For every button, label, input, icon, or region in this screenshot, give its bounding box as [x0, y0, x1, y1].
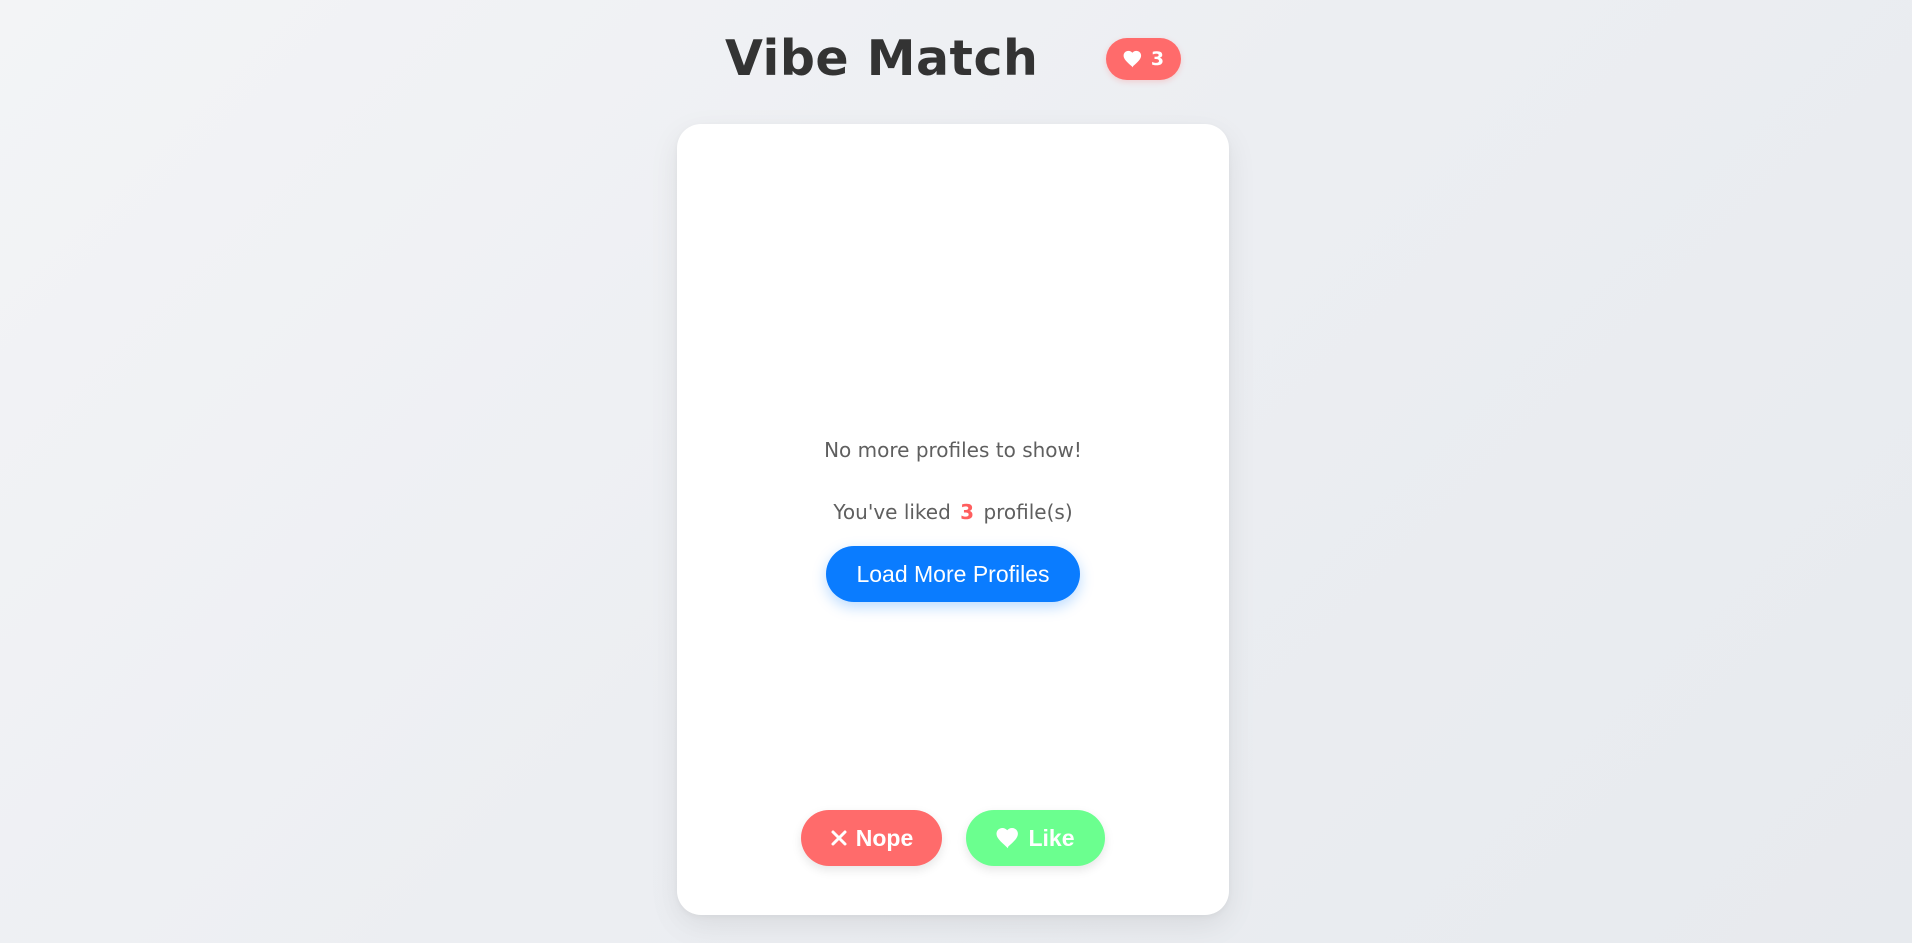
- heart-icon: [996, 828, 1019, 849]
- empty-state: No more profiles to show! You've liked 3…: [677, 434, 1229, 528]
- liked-count: 3: [960, 500, 975, 524]
- app-header: Vibe Match 3: [0, 0, 1912, 118]
- like-label: Like: [1028, 824, 1075, 851]
- empty-message: No more profiles to show!: [824, 438, 1082, 462]
- liked-summary: You've liked 3 profile(s): [677, 496, 1229, 528]
- close-icon: [831, 830, 847, 846]
- likes-badge[interactable]: 3: [1106, 38, 1181, 80]
- heart-icon: [1123, 50, 1141, 68]
- liked-prefix: You've liked: [833, 500, 951, 524]
- profile-card: No more profiles to show! You've liked 3…: [677, 124, 1229, 915]
- nope-label: Nope: [855, 824, 914, 851]
- likes-count: 3: [1150, 48, 1165, 70]
- app-title: Vibe Match: [725, 30, 1039, 87]
- load-more-profiles-button[interactable]: Load More Profiles: [826, 546, 1080, 602]
- nope-button[interactable]: Nope: [801, 810, 942, 866]
- liked-suffix: profile(s): [983, 500, 1073, 524]
- like-button[interactable]: Like: [966, 810, 1105, 866]
